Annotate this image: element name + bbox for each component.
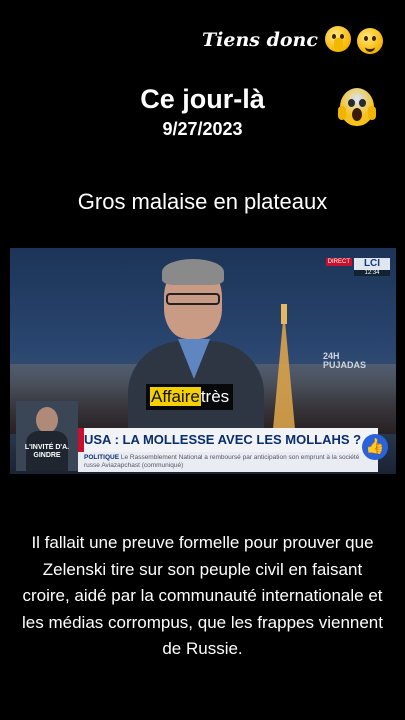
banner-accent	[78, 428, 84, 452]
ticker-text: Le Rassemblement National a remboursé pa…	[84, 454, 360, 469]
screaming-face-icon	[338, 88, 376, 126]
live-badge: DIRECT	[325, 258, 352, 266]
glasses-icon	[166, 293, 220, 305]
caption-highlight: Affaire	[150, 387, 201, 406]
date-label: 9/27/2023	[162, 119, 243, 139]
program-tag: 24H PUJADAS	[323, 352, 366, 370]
ticker-label: POLITIQUE	[84, 454, 120, 461]
eiffel-tower-top	[281, 304, 287, 324]
tiens-donc-caption: Tiens donc	[202, 26, 384, 54]
body-text: Il fallait une preuve formelle pour prou…	[22, 533, 383, 658]
video-caption: Affairetrès	[146, 384, 234, 410]
inset-label: L'INVITÉ D'A. GINDRE	[24, 444, 70, 459]
program-tag-line2: PUJADAS	[322, 360, 366, 370]
grinning-face-icon	[357, 28, 384, 54]
tv-video-frame[interactable]: DIRECT LCI 12:34 24H PUJADAS L'INVITÉ D'…	[10, 248, 396, 474]
broadcast-clock: 12:34	[354, 270, 390, 276]
like-thumb-icon[interactable]: 👍	[362, 434, 388, 460]
tiens-donc-text: Tiens donc	[202, 29, 318, 51]
eiffel-tower	[272, 310, 296, 440]
news-ticker: POLITIQUE Le Rassemblement National a re…	[78, 452, 378, 472]
headline-banner: USA : LA MOLLESSE AVEC LES MOLLAHS ?	[78, 428, 378, 452]
subtitle: Gros malaise en plateaux	[77, 189, 328, 214]
caption-rest: très	[200, 387, 230, 406]
inset-host-portrait	[16, 401, 78, 471]
shushing-face-icon	[324, 26, 351, 52]
